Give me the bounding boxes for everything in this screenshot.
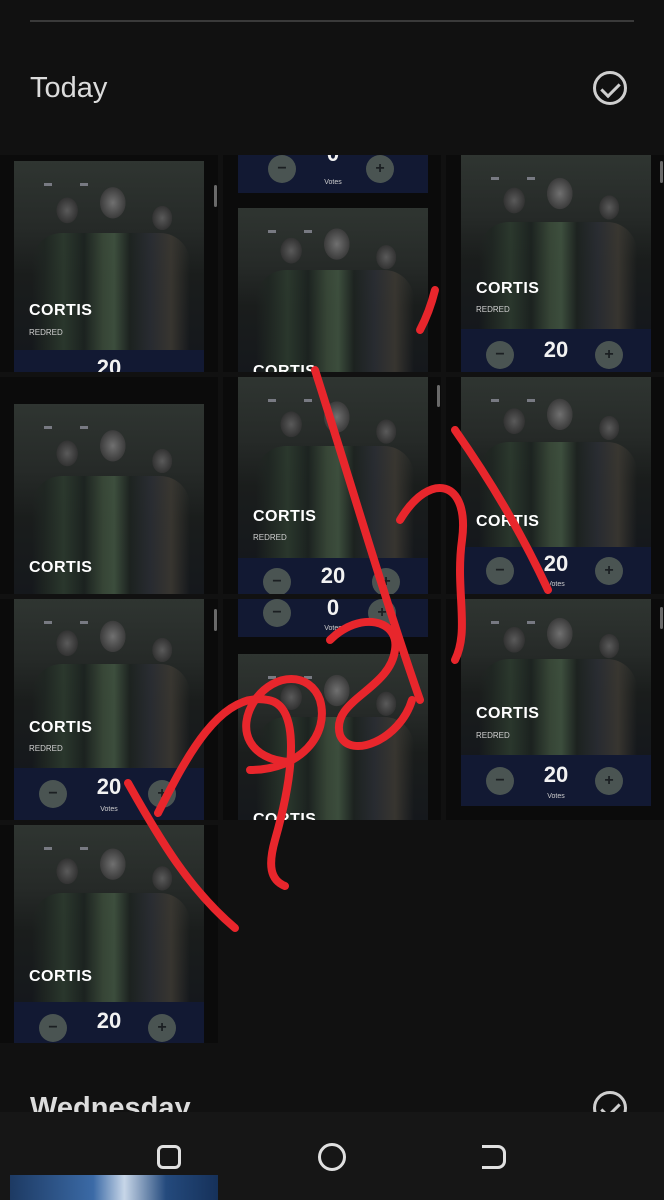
section-title-today: Today	[30, 72, 108, 104]
vote-count: 0	[326, 599, 340, 620]
card-title: CORTIS	[29, 559, 93, 576]
votes-label: Votes	[324, 625, 342, 632]
plus-button[interactable]: +	[595, 767, 623, 795]
plus-button[interactable]: +	[148, 1014, 176, 1042]
card-title: CORTIS	[29, 302, 93, 319]
vote-count: 20	[543, 337, 569, 362]
card-subtitle: REDRED	[29, 328, 63, 337]
home-icon[interactable]	[318, 1143, 346, 1171]
scroll-indicator	[214, 185, 217, 207]
photo-thumbnail[interactable]: CORTIS REDRED − 20 +	[223, 377, 441, 594]
votes-label: Votes	[547, 793, 565, 800]
check-circle-icon[interactable]	[593, 71, 627, 105]
photo-thumbnail[interactable]: CORTIS − 20 +	[0, 825, 218, 1043]
vote-bar: − 0 + Votes	[238, 155, 428, 193]
back-icon[interactable]	[482, 1145, 506, 1169]
photo-grid: CORTIS REDRED 20 Votes − 0 + Votes CORTI…	[0, 155, 664, 1043]
vote-bar: − 20 +	[238, 558, 428, 594]
top-divider	[30, 20, 634, 22]
vote-bar: − 20 + Votes	[461, 547, 651, 594]
plus-button[interactable]: +	[372, 568, 400, 594]
vote-bar: − 20 +	[14, 1002, 204, 1043]
group-photo	[461, 155, 651, 330]
photo-thumbnail[interactable]: CORTIS	[0, 377, 218, 594]
card-title: CORTIS	[253, 363, 317, 372]
next-section-thumbnail[interactable]	[10, 1175, 218, 1200]
card-title: CORTIS	[476, 280, 540, 297]
recent-apps-icon[interactable]	[157, 1145, 181, 1169]
card-subtitle: REDRED	[476, 731, 510, 740]
card-title: CORTIS	[476, 705, 540, 722]
scroll-indicator	[660, 607, 663, 629]
votes-label: Votes	[547, 581, 565, 588]
vote-bar: − 20 + Votes	[14, 768, 204, 820]
photo-thumbnail[interactable]: − 0 + Votes CORTIS	[223, 599, 441, 820]
photo-thumbnail[interactable]: CORTIS REDRED − 20 + Votes	[0, 599, 218, 820]
vote-bar: 20 Votes	[14, 350, 204, 372]
vote-bar: − 20 + Votes	[461, 755, 651, 806]
scroll-indicator	[214, 609, 217, 631]
votes-label: Votes	[324, 179, 342, 186]
card-title: CORTIS	[29, 968, 93, 985]
card-title: CORTIS	[253, 508, 317, 525]
plus-button[interactable]: +	[368, 599, 396, 627]
card-subtitle: REDRED	[476, 305, 510, 314]
card-title: CORTIS	[29, 719, 93, 736]
photo-thumbnail[interactable]: CORTIS REDRED 20 Votes	[0, 155, 218, 372]
plus-button[interactable]: +	[148, 780, 176, 808]
card-title: CORTIS	[253, 811, 317, 820]
plus-button[interactable]: +	[595, 341, 623, 369]
group-photo	[238, 377, 428, 560]
photo-thumbnail[interactable]: CORTIS REDRED − 20 +	[446, 155, 664, 372]
votes-label: Votes	[100, 806, 118, 813]
photo-thumbnail[interactable]: − 0 + Votes CORTIS	[223, 155, 441, 372]
vote-count: 0	[238, 155, 428, 167]
photo-thumbnail[interactable]: CORTIS REDRED − 20 + Votes	[446, 599, 664, 820]
photo-thumbnail[interactable]: CORTIS − 20 + Votes	[446, 377, 664, 594]
card-title: CORTIS	[476, 513, 540, 530]
vote-bar: − 20 +	[461, 329, 651, 372]
group-photo	[14, 161, 204, 351]
card-subtitle: REDRED	[29, 744, 63, 753]
scroll-indicator	[437, 385, 440, 407]
card-subtitle: REDRED	[253, 533, 287, 542]
scroll-indicator	[660, 161, 663, 183]
group-photo	[238, 654, 428, 820]
vote-count: 20	[96, 355, 122, 372]
vote-bar: − 0 + Votes	[238, 599, 428, 637]
group-photo	[238, 208, 428, 372]
